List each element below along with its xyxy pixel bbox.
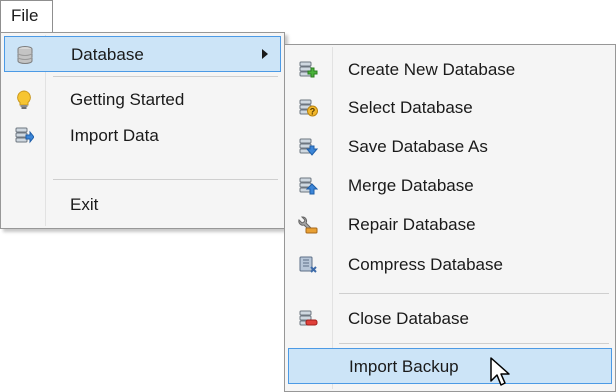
menu-item-repair-database[interactable]: Repair Database bbox=[288, 207, 612, 243]
database-submenu: Create New Database ? Select Database Sa… bbox=[284, 44, 616, 392]
menu-item-exit-label: Exit bbox=[70, 195, 99, 214]
file-menu-button[interactable]: File bbox=[0, 0, 53, 32]
merge-database-icon bbox=[299, 177, 318, 195]
menu-item-create-new-database-label: Create New Database bbox=[348, 60, 516, 79]
menu-separator bbox=[339, 343, 609, 344]
menu-item-select-database-label: Select Database bbox=[348, 98, 473, 117]
menu-item-compress-database[interactable]: Compress Database bbox=[288, 247, 612, 283]
menu-item-merge-database-label: Merge Database bbox=[348, 176, 474, 195]
menu-separator bbox=[53, 76, 278, 77]
menu-item-database-label: Database bbox=[71, 45, 144, 64]
menu-item-compress-database-label: Compress Database bbox=[348, 255, 503, 274]
create-database-icon bbox=[299, 61, 318, 78]
svg-text:?: ? bbox=[310, 107, 316, 117]
select-database-icon: ? bbox=[299, 99, 318, 117]
menu-item-getting-started-label: Getting Started bbox=[70, 90, 185, 109]
submenu-arrow-icon bbox=[262, 49, 268, 59]
menu-item-create-new-database[interactable]: Create New Database bbox=[288, 52, 612, 88]
database-icon bbox=[17, 46, 33, 64]
mouse-cursor-icon bbox=[490, 357, 510, 386]
close-database-icon bbox=[299, 310, 318, 326]
menu-item-repair-database-label: Repair Database bbox=[348, 215, 476, 234]
menu-item-merge-database[interactable]: Merge Database bbox=[288, 168, 612, 204]
menu-item-getting-started[interactable]: Getting Started bbox=[4, 82, 281, 118]
menu-item-close-database[interactable]: Close Database bbox=[288, 301, 612, 337]
menu-item-import-data[interactable]: Import Data bbox=[4, 118, 281, 154]
lightbulb-icon bbox=[17, 90, 31, 109]
menu-item-save-database-as[interactable]: Save Database As bbox=[288, 129, 612, 165]
save-database-icon bbox=[299, 138, 318, 156]
menu-item-exit[interactable]: Exit bbox=[4, 187, 281, 223]
menu-item-save-database-as-label: Save Database As bbox=[348, 137, 488, 156]
menu-separator bbox=[53, 179, 278, 180]
menu-separator bbox=[339, 293, 609, 294]
import-data-icon bbox=[15, 127, 34, 144]
menu-item-database[interactable]: Database bbox=[4, 36, 281, 72]
menu-item-import-backup[interactable]: Import Backup bbox=[288, 348, 612, 384]
repair-database-icon bbox=[298, 216, 318, 234]
file-menu: Database Getting Started Import Data Exi… bbox=[0, 32, 285, 229]
compress-database-icon bbox=[299, 256, 317, 273]
file-menu-label: File bbox=[11, 6, 39, 25]
menu-item-close-database-label: Close Database bbox=[348, 309, 469, 328]
menu-item-select-database[interactable]: ? Select Database bbox=[288, 90, 612, 126]
menu-item-import-backup-label: Import Backup bbox=[349, 357, 459, 376]
menu-item-import-data-label: Import Data bbox=[70, 126, 159, 145]
